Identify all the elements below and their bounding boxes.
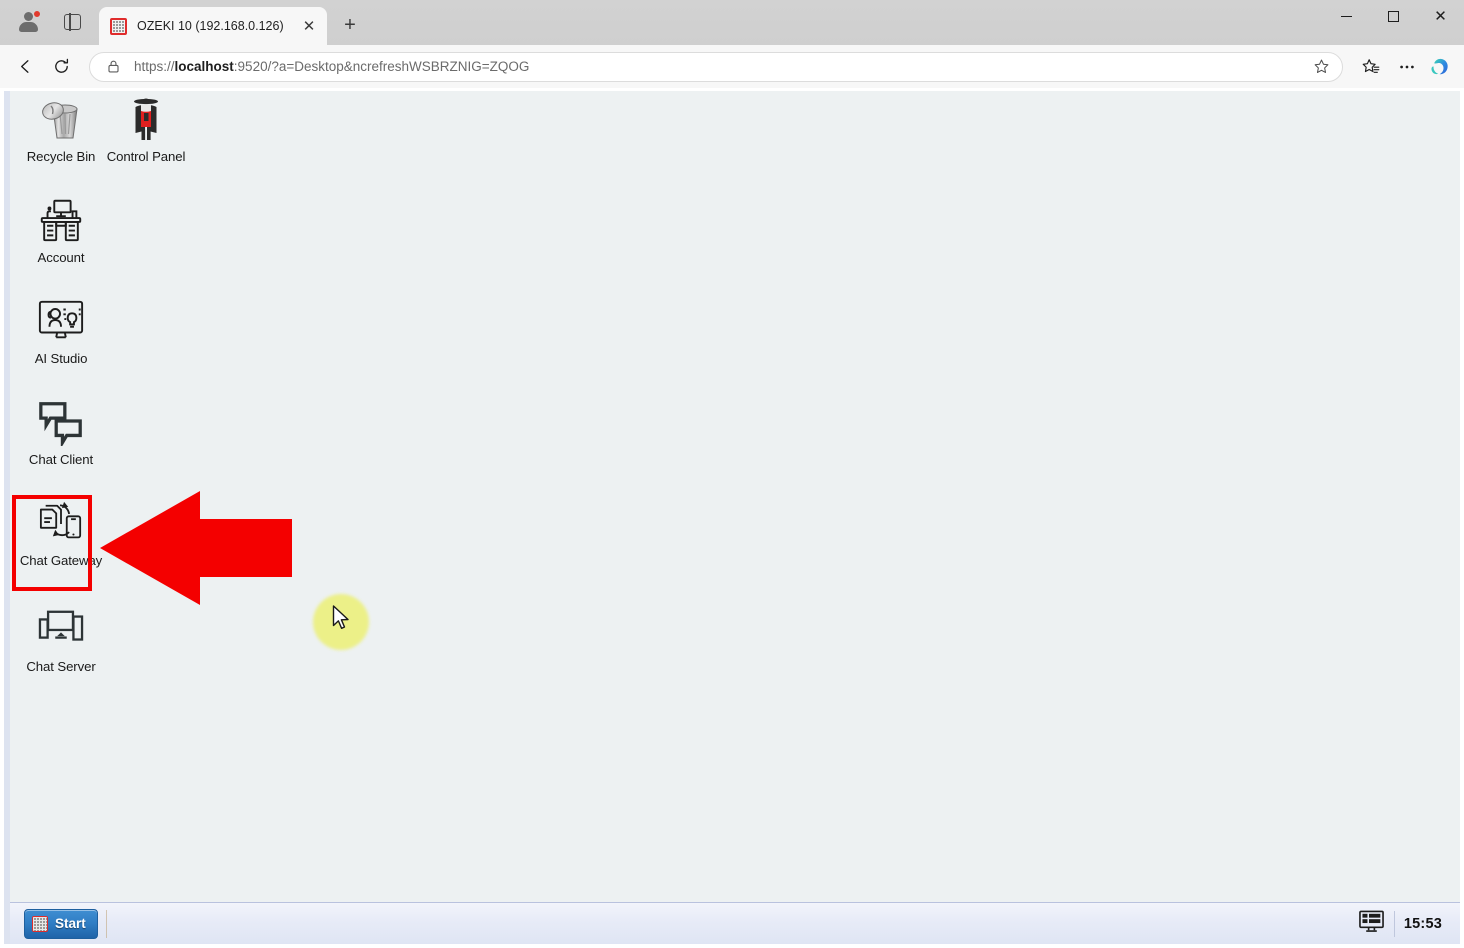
browser-titlebar: OZEKI 10 (192.168.0.126) ✕ + ✕ bbox=[0, 0, 1464, 45]
desktop-icon-account[interactable]: Account bbox=[12, 194, 110, 266]
browser-window: OZEKI 10 (192.168.0.126) ✕ + ✕ https://l… bbox=[0, 0, 1464, 948]
page-viewport: Recycle Bin Control Panel Account AI Stu… bbox=[0, 88, 1464, 948]
reload-button[interactable] bbox=[44, 50, 78, 84]
profile-button[interactable] bbox=[6, 2, 52, 42]
desktop-icon-chat-client[interactable]: Chat Client bbox=[12, 396, 110, 468]
split-screen-icon bbox=[63, 13, 81, 31]
mouse-cursor-icon bbox=[332, 605, 352, 638]
desktop-icon-label: Account bbox=[37, 250, 85, 265]
ozeki-grid-icon bbox=[32, 915, 48, 932]
window-controls: ✕ bbox=[1323, 0, 1464, 45]
browser-tab[interactable]: OZEKI 10 (192.168.0.126) ✕ bbox=[99, 7, 327, 45]
desktop-icon-control-panel[interactable]: Control Panel bbox=[97, 93, 195, 165]
browser-settings-button[interactable] bbox=[1390, 50, 1424, 84]
address-bar[interactable]: https://localhost:9520/?a=Desktop&ncrefr… bbox=[89, 51, 1343, 82]
desktop-icon-chat-server[interactable]: Chat Server bbox=[12, 603, 110, 675]
desktop-icon-label: Recycle Bin bbox=[26, 149, 96, 164]
ai-studio-icon bbox=[35, 295, 87, 347]
start-button[interactable]: Start bbox=[24, 908, 98, 939]
ellipsis-icon bbox=[1400, 65, 1414, 68]
browser-toolbar: https://localhost:9520/?a=Desktop&ncrefr… bbox=[0, 45, 1464, 88]
annotation-arrow-icon bbox=[100, 487, 300, 614]
add-to-favorites-button[interactable] bbox=[1308, 54, 1334, 80]
favorites-star-lines-icon bbox=[1362, 58, 1380, 73]
desktop-icon-label: AI Studio bbox=[34, 351, 88, 366]
copilot-icon bbox=[1431, 58, 1448, 74]
close-window-icon: ✕ bbox=[1434, 8, 1447, 25]
url-path: :9520/?a=Desktop&ncrefreshWSBRZNIG=ZQOG bbox=[233, 59, 530, 74]
url-host: localhost bbox=[174, 59, 234, 74]
maximize-button[interactable] bbox=[1370, 0, 1417, 33]
recycle-bin-icon bbox=[35, 93, 87, 145]
back-button[interactable] bbox=[8, 50, 42, 84]
notification-dot-icon bbox=[33, 10, 41, 18]
close-icon[interactable]: ✕ bbox=[297, 14, 321, 38]
display-monitor-icon[interactable] bbox=[1358, 909, 1385, 939]
taskbar-divider bbox=[106, 909, 107, 938]
favorites-button[interactable] bbox=[1354, 50, 1388, 84]
copilot-button[interactable] bbox=[1426, 52, 1456, 82]
tab-title: OZEKI 10 (192.168.0.126) bbox=[137, 19, 284, 33]
lock-icon bbox=[106, 59, 121, 74]
avatar-icon bbox=[18, 10, 41, 32]
desktop-icon-area: Recycle Bin Control Panel Account AI Stu… bbox=[10, 91, 1460, 902]
control-panel-icon bbox=[120, 93, 172, 145]
ozeki-desktop: Recycle Bin Control Panel Account AI Stu… bbox=[4, 91, 1460, 944]
back-arrow-icon bbox=[20, 60, 29, 73]
desktop-taskbar: Start 15:53 bbox=[10, 902, 1460, 944]
desktop-icon-label: Chat Gateway bbox=[19, 553, 103, 568]
desktop-icon-label: Chat Client bbox=[28, 452, 94, 467]
system-tray: 15:53 bbox=[1358, 909, 1454, 939]
desktop-icon-label: Control Panel bbox=[106, 149, 186, 164]
chat-gateway-icon bbox=[35, 497, 87, 549]
star-icon bbox=[1314, 59, 1328, 73]
desktop-icon-recycle-bin[interactable]: Recycle Bin bbox=[12, 93, 110, 165]
reload-icon bbox=[54, 58, 68, 73]
chat-client-icon bbox=[35, 396, 87, 448]
close-window-button[interactable]: ✕ bbox=[1417, 0, 1464, 33]
url-text: https://localhost:9520/?a=Desktop&ncrefr… bbox=[134, 59, 1308, 74]
split-screen-button[interactable] bbox=[52, 3, 92, 41]
tray-divider bbox=[1393, 910, 1395, 937]
ozeki-grid-favicon-icon bbox=[110, 17, 127, 35]
account-desk-icon bbox=[35, 194, 87, 246]
chat-server-icon bbox=[35, 603, 87, 655]
minimize-button[interactable] bbox=[1323, 0, 1370, 33]
desktop-icon-ai-studio[interactable]: AI Studio bbox=[12, 295, 110, 367]
desktop-icon-label: Chat Server bbox=[26, 659, 96, 674]
taskbar-clock[interactable]: 15:53 bbox=[1404, 916, 1446, 932]
start-button-label: Start bbox=[55, 916, 86, 931]
new-tab-button[interactable]: + bbox=[335, 10, 365, 40]
minimize-icon bbox=[1341, 15, 1352, 18]
desktop-icon-chat-gateway[interactable]: Chat Gateway bbox=[12, 497, 110, 569]
url-scheme: https:// bbox=[134, 59, 175, 74]
maximize-icon bbox=[1388, 11, 1399, 22]
